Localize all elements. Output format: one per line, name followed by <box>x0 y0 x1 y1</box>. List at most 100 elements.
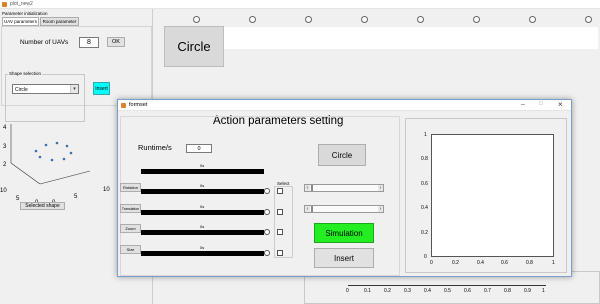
selected-shape-label-box: Selected shape <box>20 202 65 210</box>
slider-right-arrow-icon[interactable]: › <box>378 206 383 212</box>
slider-thumb[interactable] <box>311 185 313 191</box>
radio-7[interactable] <box>529 16 536 23</box>
timeline-tick: 1 <box>542 288 545 294</box>
zoom-checkbox[interactable] <box>277 229 283 235</box>
rotation-label: Rotation <box>123 185 138 190</box>
radio-2[interactable] <box>249 16 256 23</box>
minimize-icon[interactable]: – <box>521 101 525 108</box>
rotation-checkbox[interactable] <box>277 188 283 194</box>
x-tick: 10 <box>0 188 7 194</box>
dialog-circle-button[interactable]: Circle <box>318 144 366 166</box>
radio-6[interactable] <box>473 16 480 23</box>
slider-left-arrow-icon[interactable]: ‹ <box>305 185 310 191</box>
dialog-title: formset <box>129 102 148 108</box>
selected-shape-label: Selected shape <box>25 203 60 209</box>
rotation-knob[interactable] <box>264 188 270 194</box>
size-row-button[interactable]: Size <box>120 245 141 254</box>
circle-button-label: Circle <box>177 39 211 54</box>
main-window-title: plot_new2 <box>10 1 33 7</box>
tab-room-parameter-label: Room parameter <box>42 19 77 24</box>
timeline-axis-ticks: 0 0.1 0.2 0.3 0.4 0.5 0.6 0.7 0.8 0.9 1 <box>344 288 554 295</box>
size-knob[interactable] <box>264 250 270 256</box>
rotation-bar <box>141 189 264 194</box>
timeline-tick: 0.3 <box>404 288 411 294</box>
timeline-tick: 0.5 <box>444 288 451 294</box>
bar-time-label: 0s <box>200 224 205 229</box>
main-titlebar: plot_new2 <box>0 0 600 9</box>
translation-checkbox[interactable] <box>277 209 283 215</box>
dialog-insert-button[interactable]: Insert <box>314 248 374 268</box>
ok-button-label: OK <box>112 39 120 45</box>
zoom-label: Zoom <box>125 226 136 231</box>
num-uavs-input[interactable]: 8 <box>79 37 99 48</box>
bar-time-label: 0s <box>200 183 205 188</box>
tab-room-parameter[interactable]: Room parameter <box>40 17 79 26</box>
runtime-value: 0 <box>197 146 201 152</box>
simulation-button-label: Simulation <box>325 228 363 238</box>
insert-shape-button-label: Insert <box>95 85 108 92</box>
timeline-tick: 0.2 <box>384 288 391 294</box>
timeline-tick: 0.7 <box>484 288 491 294</box>
slider-thumb[interactable] <box>311 206 313 212</box>
radio-8[interactable] <box>585 16 592 23</box>
rotation-row-button[interactable]: Rotation <box>120 183 141 192</box>
formset-dialog: formset – □ × Action parameters setting … <box>117 99 572 277</box>
close-icon[interactable]: × <box>558 100 563 109</box>
size-bar <box>141 251 264 256</box>
dialog-titlebar: formset – □ × <box>118 100 571 111</box>
runtime-label: Runtime/s <box>138 143 172 152</box>
preview-axes <box>431 134 554 257</box>
timeline-tick: 0.4 <box>424 288 431 294</box>
zoom-row-button[interactable]: Zoom <box>120 224 141 233</box>
shape-selection-group: Shape selection Circle ▾ <box>5 71 85 122</box>
radio-5[interactable] <box>417 16 424 23</box>
radio-1[interactable] <box>193 16 200 23</box>
parameter-slider-2[interactable]: ‹ › <box>304 205 384 213</box>
radio-3[interactable] <box>305 16 312 23</box>
size-checkbox[interactable] <box>277 250 283 256</box>
size-label: Size <box>126 247 135 252</box>
timeline-bar <box>141 169 264 174</box>
x-tick: 0.2 <box>452 260 459 266</box>
bar-time-label: 0s <box>200 163 205 168</box>
translation-label: Translation <box>121 206 140 211</box>
uav-params-panel: Number of UAVs 8 OK Shape selection Circ… <box>1 26 152 122</box>
uav-point <box>55 141 59 145</box>
circle-display-strip <box>222 27 598 49</box>
matlab-figure-icon <box>121 103 126 108</box>
z-tick: 2 <box>3 162 7 168</box>
tab-uav-parameters-label: UAV parameters <box>4 19 37 24</box>
y-tick: 0 <box>424 254 427 260</box>
shape-selection-title: Shape selection <box>8 71 43 76</box>
y-tick: 0.6 <box>421 181 428 187</box>
timeline-axis-line <box>348 285 546 286</box>
slider-left-arrow-icon[interactable]: ‹ <box>305 206 310 212</box>
zoom-knob[interactable] <box>264 229 270 235</box>
uav-point <box>34 149 38 153</box>
translation-knob[interactable] <box>264 209 270 215</box>
simulation-button[interactable]: Simulation <box>314 223 374 243</box>
y-tick: 10 <box>103 187 110 193</box>
uav-point <box>50 158 54 162</box>
z-tick: 3 <box>3 144 7 150</box>
num-uavs-value: 8 <box>87 39 91 46</box>
x-tick: 0.6 <box>501 260 508 266</box>
shape-dropdown[interactable]: Circle ▾ <box>12 84 79 94</box>
runtime-input[interactable]: 0 <box>186 144 212 153</box>
y-axis-line <box>39 170 91 185</box>
tab-uav-parameters[interactable]: UAV parameters <box>2 17 39 26</box>
ok-button[interactable]: OK <box>107 37 125 47</box>
slider-right-arrow-icon[interactable]: › <box>378 185 383 191</box>
maximize-icon[interactable]: □ <box>539 101 543 107</box>
y-tick: 5 <box>74 194 78 200</box>
parameter-slider-1[interactable]: ‹ › <box>304 184 384 192</box>
translation-row-button[interactable]: Translation <box>120 204 141 213</box>
circle-button[interactable]: Circle <box>164 26 224 67</box>
timeline-tick: 0.6 <box>464 288 471 294</box>
uav-point <box>65 144 69 148</box>
timeline-tick: 0.8 <box>504 288 511 294</box>
preview-y-ticks: 1 0.8 0.6 0.4 0.2 0 <box>421 132 430 262</box>
insert-shape-button[interactable]: Insert <box>93 82 110 95</box>
radio-4[interactable] <box>361 16 368 23</box>
param-init-group-title: Parameter initialization <box>2 11 48 16</box>
